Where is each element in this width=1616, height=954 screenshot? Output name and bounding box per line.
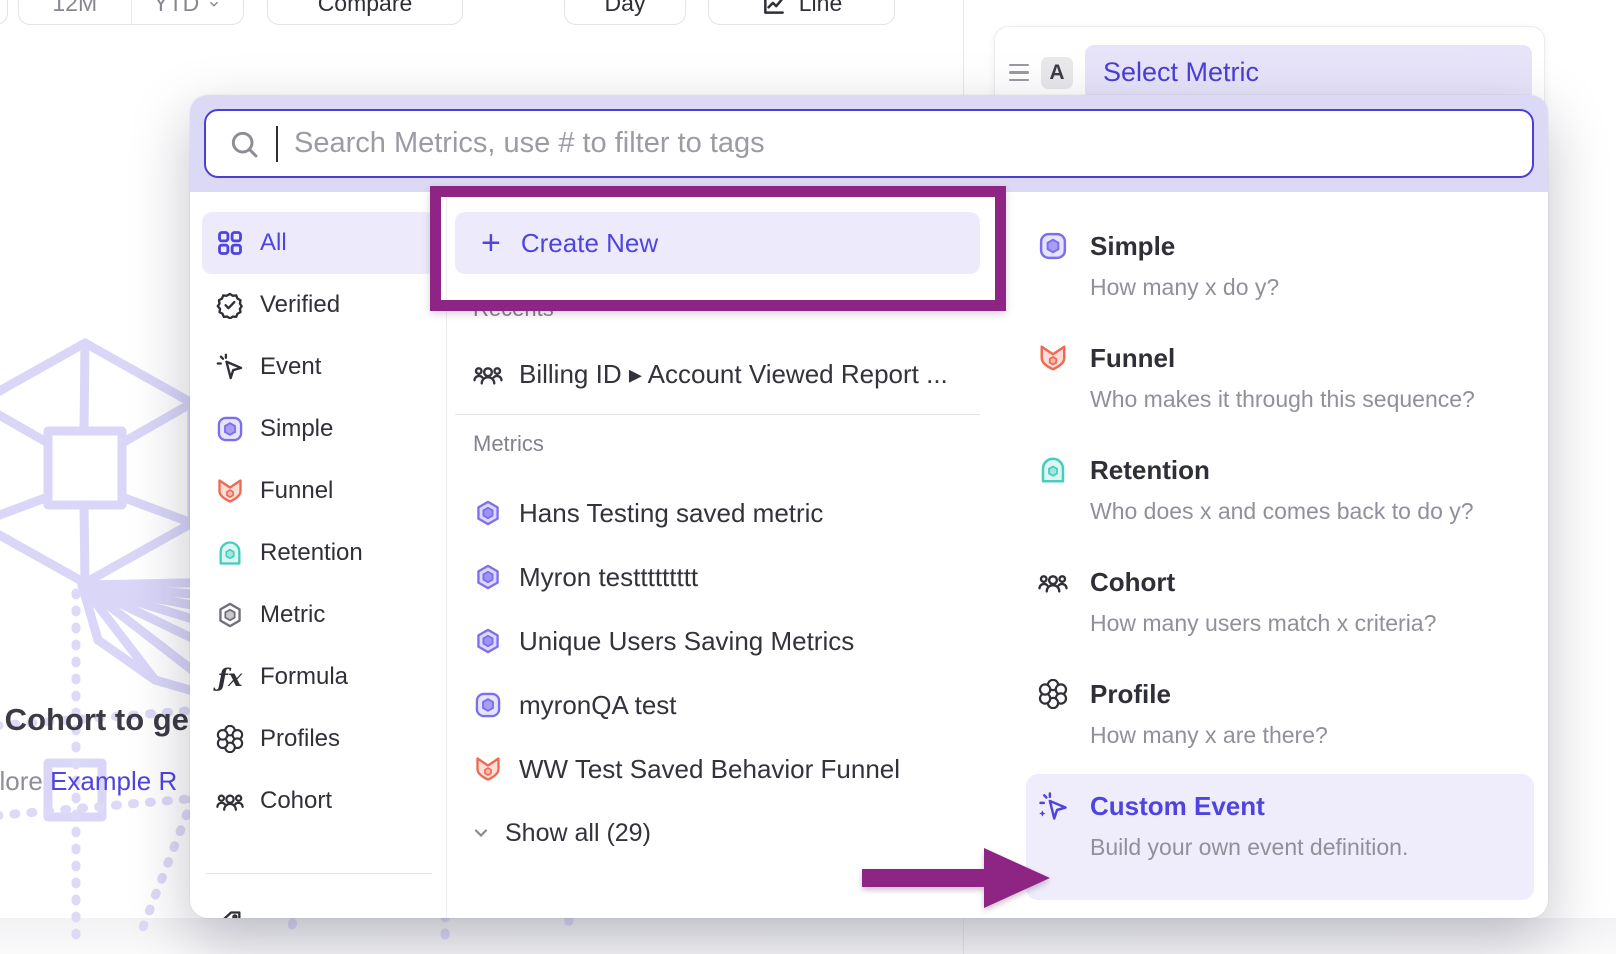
type-custom-event[interactable]: Custom Event Build your own event defini… bbox=[1026, 774, 1534, 900]
filter-sidebar: All Verified Event bbox=[190, 192, 447, 918]
retention-icon bbox=[1038, 455, 1068, 485]
simple-metric-icon bbox=[216, 415, 244, 443]
profiles-flower-icon bbox=[216, 725, 244, 753]
metric-list-item[interactable]: Unique Users Saving Metrics bbox=[455, 609, 980, 673]
range-ytd-button[interactable]: YTD bbox=[131, 0, 244, 24]
grid-icon bbox=[216, 229, 244, 257]
cohort-people-icon bbox=[216, 787, 244, 815]
search-icon bbox=[228, 128, 260, 160]
type-cohort[interactable]: Cohort How many users match x criteria? bbox=[1026, 550, 1534, 662]
funnel-icon bbox=[1038, 343, 1068, 373]
sidebar-item-verified[interactable]: Verified bbox=[202, 274, 436, 336]
chevron-down-icon bbox=[207, 0, 221, 17]
saved-metric-icon bbox=[473, 626, 503, 656]
date-range-group: 12M YTD bbox=[18, 0, 244, 25]
retention-icon bbox=[216, 539, 244, 567]
recent-item[interactable]: Billing ID ▸ Account Viewed Report ... bbox=[455, 342, 980, 406]
tag-icon bbox=[216, 909, 244, 918]
compare-button[interactable]: Compare bbox=[267, 0, 463, 25]
drag-handle-icon[interactable] bbox=[1009, 64, 1029, 82]
middle-divider bbox=[455, 414, 980, 415]
search-band bbox=[190, 95, 1548, 192]
metric-hexagon-icon bbox=[216, 601, 244, 629]
simple-metric-icon bbox=[473, 690, 503, 720]
metrics-label: Metrics bbox=[455, 431, 980, 457]
annotation-arrow bbox=[862, 842, 1052, 914]
sidebar-item-event[interactable]: Event bbox=[202, 336, 436, 398]
metric-list-item[interactable]: myronQA test bbox=[455, 673, 980, 737]
metric-list-item[interactable]: Myron testtttttttt bbox=[455, 545, 980, 609]
saved-metric-icon bbox=[473, 562, 503, 592]
saved-metric-icon bbox=[473, 498, 503, 528]
type-profile[interactable]: Profile How many x are there? bbox=[1026, 662, 1534, 774]
metric-list-item[interactable]: Hans Testing saved metric bbox=[455, 481, 980, 545]
sidebar-item-cohort[interactable]: Cohort bbox=[202, 770, 436, 832]
funnel-icon bbox=[216, 477, 244, 505]
search-input[interactable] bbox=[294, 127, 1510, 160]
cohort-people-icon bbox=[1038, 567, 1068, 597]
type-funnel[interactable]: Funnel Who makes it through this sequenc… bbox=[1026, 326, 1534, 438]
select-metric-field[interactable]: Select Metric bbox=[1085, 45, 1532, 101]
verified-badge-icon bbox=[216, 291, 244, 319]
day-button[interactable]: Day bbox=[564, 0, 686, 25]
sidebar-item-metric[interactable]: Metric bbox=[202, 584, 436, 646]
background-heading-fragment: r Cohort to ge bbox=[0, 702, 189, 738]
metric-list-item[interactable]: WW Test Saved Behavior Funnel bbox=[455, 737, 980, 801]
metric-types-column: Simple How many x do y? Funnel Who makes… bbox=[1022, 192, 1548, 918]
sidebar-item-partial[interactable] bbox=[202, 892, 436, 918]
page: 12M YTD Compare Day Line A Select Metric bbox=[0, 0, 1616, 954]
sidebar-item-retention[interactable]: Retention bbox=[202, 522, 436, 584]
search-box[interactable] bbox=[204, 109, 1534, 178]
custom-event-cursor-icon bbox=[1038, 791, 1068, 821]
chevron-down-icon bbox=[471, 823, 491, 843]
toolbar-edge-fragment bbox=[0, 0, 8, 25]
line-chart-button[interactable]: Line bbox=[708, 0, 895, 25]
line-chart-icon bbox=[761, 0, 787, 17]
cohort-people-icon bbox=[473, 359, 503, 389]
background-subtext-fragment: xplore Example R bbox=[0, 766, 177, 797]
simple-metric-icon bbox=[1038, 231, 1068, 261]
annotation-highlight-box bbox=[430, 186, 1006, 311]
event-cursor-icon bbox=[216, 353, 244, 381]
sidebar-item-all[interactable]: All bbox=[202, 212, 436, 274]
sidebar-item-profiles[interactable]: Profiles bbox=[202, 708, 436, 770]
example-link-fragment[interactable]: Example R bbox=[50, 766, 177, 796]
formula-icon: ƒx bbox=[216, 663, 244, 691]
text-caret bbox=[276, 126, 278, 162]
sidebar-item-funnel[interactable]: Funnel bbox=[202, 460, 436, 522]
sidebar-item-simple[interactable]: Simple bbox=[202, 398, 436, 460]
sidebar-item-formula[interactable]: ƒx Formula bbox=[202, 646, 436, 708]
sidebar-divider bbox=[206, 873, 432, 874]
type-simple[interactable]: Simple How many x do y? bbox=[1026, 214, 1534, 326]
series-a-badge: A bbox=[1041, 57, 1073, 89]
profiles-flower-icon bbox=[1038, 679, 1068, 709]
type-retention[interactable]: Retention Who does x and comes back to d… bbox=[1026, 438, 1534, 550]
range-12m-button[interactable]: 12M bbox=[19, 0, 131, 24]
funnel-icon bbox=[473, 754, 503, 784]
